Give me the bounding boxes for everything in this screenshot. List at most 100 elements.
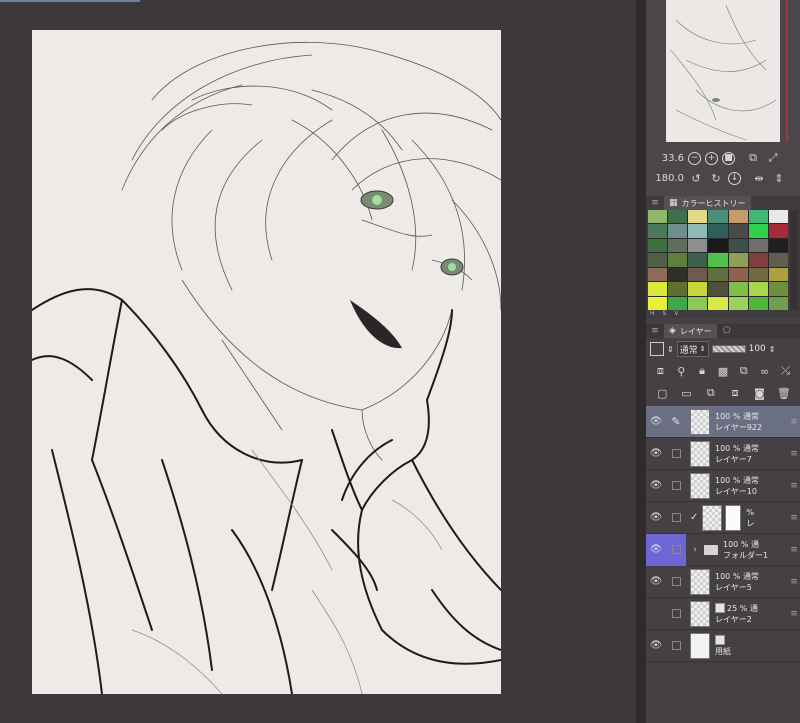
color-swatch[interactable] [668, 224, 688, 238]
color-swatch[interactable] [728, 210, 748, 224]
opacity-stepper-icon[interactable]: ⇕ [769, 345, 776, 354]
canvas-paper[interactable] [32, 30, 501, 694]
color-swatch[interactable] [748, 282, 768, 296]
layer-lock-toggle[interactable] [666, 630, 686, 662]
layer-drag-handle-icon[interactable]: ≡ [788, 513, 800, 523]
color-swatch[interactable] [708, 296, 728, 310]
visibility-eye-icon[interactable]: 👁︎ [646, 470, 666, 502]
reference-layer-icon[interactable]: ⚲ [673, 363, 689, 379]
clip-layer-icon[interactable]: ⧈ [652, 363, 668, 379]
reset-rotation-icon[interactable]: ↓ [728, 171, 741, 185]
color-swatch[interactable] [648, 224, 668, 238]
color-swatch[interactable] [688, 210, 708, 224]
delete-layer-icon[interactable]: 🗑︎ [776, 385, 792, 401]
color-swatch[interactable] [768, 224, 788, 238]
zoom-value[interactable]: 33.6 [646, 153, 688, 164]
color-swatch[interactable] [668, 296, 688, 310]
color-swatch[interactable] [668, 210, 688, 224]
tab-layer[interactable]: ◈ レイヤー [664, 324, 717, 338]
layer-row[interactable]: 👁︎ ✓% レ ≡ [646, 502, 800, 534]
color-swatch[interactable] [728, 253, 748, 267]
tab-color-history[interactable]: ▦ カラーヒストリー [664, 196, 751, 210]
chain-off-icon[interactable]: ⤯ [777, 363, 793, 379]
fit-view-icon[interactable]: ■ [722, 151, 735, 165]
rotate-right-icon[interactable]: ↻ [708, 170, 724, 186]
color-swatch[interactable] [748, 267, 768, 282]
layer-lock-toggle[interactable] [666, 598, 686, 630]
layer-drag-handle-icon[interactable]: ≡ [788, 609, 800, 619]
rotate-left-icon[interactable]: ↺ [688, 170, 704, 186]
layer-drag-handle-icon[interactable]: ≡ [788, 417, 800, 427]
flip-horizontal-icon[interactable]: ⇹ [751, 170, 767, 186]
color-history-scrollbar[interactable] [790, 210, 798, 310]
opacity-slider[interactable] [711, 345, 746, 353]
color-swatch[interactable] [668, 267, 688, 282]
rotation-value[interactable]: 180.0 [646, 173, 688, 184]
color-swatch[interactable] [688, 282, 708, 296]
visibility-eye-icon[interactable]: 👁︎ [646, 438, 666, 470]
color-swatch[interactable] [768, 238, 788, 253]
color-swatch[interactable] [668, 282, 688, 296]
layer-row[interactable]: 25 % 通レイヤー2 ≡ [646, 598, 800, 630]
color-swatch[interactable] [748, 296, 768, 310]
color-swatch[interactable] [708, 224, 728, 238]
layer-drag-handle-icon[interactable]: ≡ [788, 577, 800, 587]
visibility-eye-icon[interactable]: 👁︎ [646, 566, 666, 598]
mode-stepper-icon[interactable]: ⇕ [667, 345, 674, 354]
color-swatch[interactable] [728, 238, 748, 253]
layer-mask-icon[interactable]: ◙ [751, 385, 767, 401]
panel-menu-icon[interactable]: ≡ [646, 198, 664, 208]
layer-lock-toggle[interactable] [666, 470, 686, 502]
zoom-out-icon[interactable]: − [688, 151, 701, 165]
flip-vertical-icon[interactable]: ⇕ [771, 170, 787, 186]
folder-expand-icon[interactable]: › [690, 545, 700, 555]
color-swatch[interactable] [728, 282, 748, 296]
color-swatch[interactable] [688, 238, 708, 253]
layer-mode-box[interactable] [650, 342, 664, 356]
layer-row[interactable]: 👁︎ 100 % 通常 レイヤー10 ≡ [646, 470, 800, 502]
color-swatch[interactable] [688, 267, 708, 282]
layer-row[interactable]: 👁︎ 100 % 通常 レイヤー5 ≡ [646, 566, 800, 598]
visibility-eye-icon[interactable] [646, 598, 666, 630]
color-swatch[interactable] [648, 210, 668, 224]
fit-window-icon[interactable]: ⤢ [765, 150, 781, 166]
tab-layer-property[interactable]: ⬠ [717, 324, 737, 338]
color-swatch[interactable] [748, 210, 768, 224]
blend-mode-select[interactable]: 通常 ⇕ [676, 341, 709, 357]
layer-panel-menu-icon[interactable]: ≡ [646, 326, 664, 336]
link-icon[interactable]: ∞ [757, 363, 773, 379]
opacity-value[interactable]: 100 [749, 344, 766, 354]
canvas-area[interactable] [0, 0, 636, 723]
mask-enabled-icon[interactable]: ✓ [690, 512, 698, 523]
visibility-eye-icon[interactable]: 👁︎ [646, 630, 666, 662]
visibility-eye-icon[interactable]: 👁︎ [646, 533, 666, 566]
layer-lock-toggle[interactable] [666, 502, 686, 534]
color-swatch[interactable] [768, 210, 788, 224]
visibility-eye-icon[interactable]: 👁︎ [646, 406, 666, 438]
color-swatch[interactable] [748, 238, 768, 253]
color-swatch[interactable] [708, 282, 728, 296]
layer-lock-toggle[interactable] [666, 438, 686, 470]
new-raster-layer-icon[interactable]: ▢ [654, 385, 670, 401]
actual-size-icon[interactable]: ⧉ [745, 150, 761, 166]
color-swatch[interactable] [728, 267, 748, 282]
color-swatch[interactable] [648, 238, 668, 253]
color-swatch[interactable] [668, 253, 688, 267]
color-swatch[interactable] [708, 267, 728, 282]
color-swatch[interactable] [768, 296, 788, 310]
color-swatch[interactable] [728, 224, 748, 238]
color-swatch[interactable] [708, 253, 728, 267]
layer-row[interactable]: 👁︎ ✎ 100 % 通常 レイヤー922 ≡ [646, 406, 800, 438]
color-swatch[interactable] [648, 296, 668, 310]
color-swatch[interactable] [768, 267, 788, 282]
layer-lock-toggle[interactable] [666, 566, 686, 598]
color-swatch[interactable] [648, 253, 668, 267]
color-swatch[interactable] [748, 224, 768, 238]
panel-divider[interactable] [636, 0, 646, 723]
color-swatch[interactable] [708, 210, 728, 224]
visibility-eye-icon[interactable]: 👁︎ [646, 502, 666, 534]
lock-transparent-icon[interactable]: ▩ [715, 363, 731, 379]
color-swatch[interactable] [768, 282, 788, 296]
color-swatch[interactable] [688, 253, 708, 267]
color-swatch[interactable] [688, 296, 708, 310]
